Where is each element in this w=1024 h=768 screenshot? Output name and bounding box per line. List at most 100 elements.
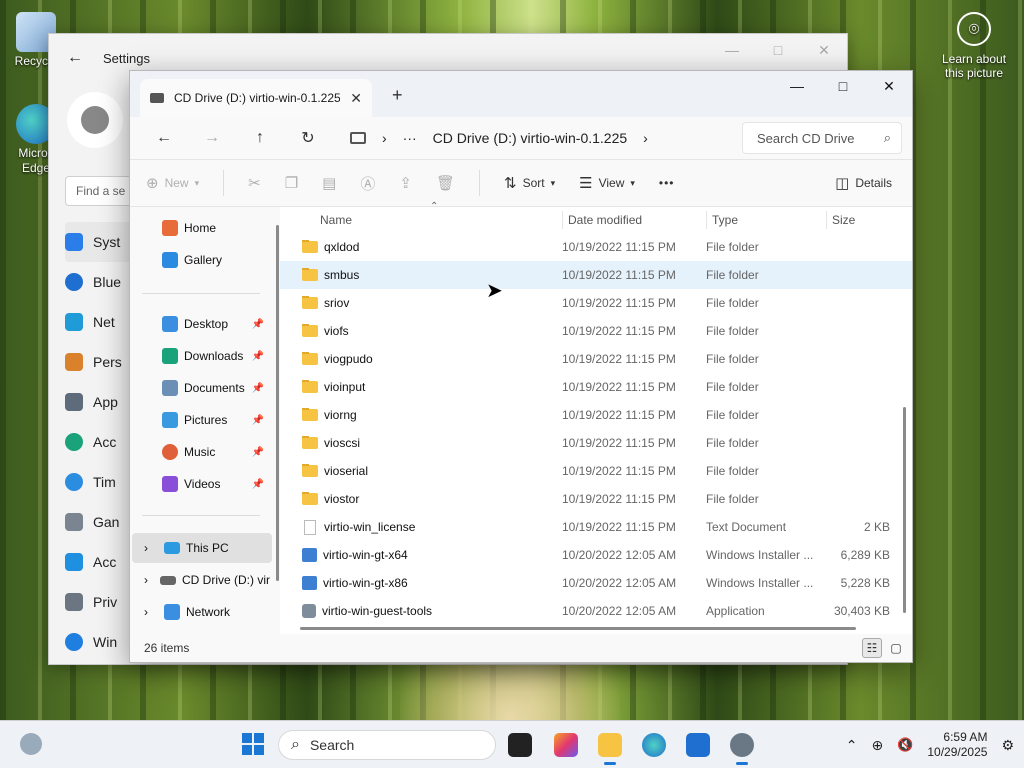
forward-arrow-icon[interactable]: → — [188, 129, 236, 147]
refresh-icon[interactable]: ↻ — [284, 128, 332, 148]
sort-button[interactable]: ⇅ Sort ▾ — [504, 174, 555, 192]
close-button[interactable]: ✕ — [866, 71, 912, 101]
table-row[interactable]: viofs 10/19/2022 11:15 PM File folder — [280, 317, 912, 345]
vertical-scrollbar[interactable] — [903, 407, 906, 613]
details-button[interactable]: ◫ Details — [835, 174, 892, 192]
settings-nav-gaming[interactable]: Gan — [65, 502, 135, 542]
chevron-right-icon[interactable]: › — [144, 541, 158, 555]
sidebar-item-gallery[interactable]: Gallery — [130, 245, 270, 275]
widgets-icon[interactable] — [20, 733, 42, 755]
table-row[interactable]: virtio-win-gt-x86 10/20/2022 12:05 AM Wind… — [280, 569, 912, 597]
settings-nav-windows-update[interactable]: Win — [65, 622, 135, 662]
minimize-button[interactable]: — — [774, 71, 820, 101]
more-options-button[interactable]: ••• — [659, 176, 675, 190]
copilot-icon[interactable] — [554, 733, 578, 757]
table-row[interactable]: viogpudo 10/19/2022 11:15 PM File folder — [280, 345, 912, 373]
column-header-type[interactable]: Type — [712, 213, 738, 227]
sidebar-item-home[interactable]: Home — [130, 213, 270, 243]
minimize-button[interactable]: — — [709, 34, 755, 66]
chevron-right-icon[interactable]: › — [144, 605, 158, 619]
settings-nav-apps[interactable]: App — [65, 382, 135, 422]
settings-nav-time[interactable]: Tim — [65, 462, 135, 502]
chevron-right-icon[interactable]: › — [382, 130, 387, 146]
horizontal-scrollbar[interactable] — [300, 627, 856, 630]
tab-cd-drive[interactable]: CD Drive (D:) virtio-win-0.1.225 ✕ — [140, 79, 372, 117]
table-row[interactable]: vioinput 10/19/2022 11:15 PM File folder — [280, 373, 912, 401]
chevron-right-icon[interactable]: › — [144, 573, 154, 587]
sidebar-item-this-pc[interactable]: › This PC — [132, 533, 272, 563]
table-row[interactable]: vioserial 10/19/2022 11:15 PM File folder — [280, 457, 912, 485]
settings-nav-system[interactable]: Syst — [65, 222, 135, 262]
breadcrumb[interactable]: › ··· CD Drive (D:) virtio-win-0.1.225 › — [342, 122, 742, 154]
column-header-size[interactable]: Size — [832, 213, 855, 227]
settings-nav-accessibility[interactable]: Acc — [65, 542, 135, 582]
back-arrow-icon[interactable]: ← — [67, 49, 83, 67]
tab-close-icon[interactable]: ✕ — [350, 90, 362, 107]
settings-nav-privacy[interactable]: Priv — [65, 582, 135, 622]
start-button[interactable] — [242, 733, 264, 755]
breadcrumb-current[interactable]: CD Drive (D:) virtio-win-0.1.225 — [433, 130, 627, 146]
breadcrumb-overflow[interactable]: ··· — [403, 130, 417, 146]
close-button[interactable]: ✕ — [801, 34, 847, 66]
back-arrow-icon[interactable]: ← — [140, 129, 188, 147]
column-header-date[interactable]: Date modified — [568, 213, 642, 227]
user-avatar[interactable] — [67, 92, 123, 148]
table-row[interactable]: viorng 10/19/2022 11:15 PM File folder — [280, 401, 912, 429]
command-bar: ⊕ New ▾ ✂ ❐ ▤ Ⓐ ⇪ 🗑 ⇅ Sort ▾ ☰ View ▾ ••• ◫ Det… — [130, 159, 912, 207]
speaker-muted-icon[interactable]: 🔇 — [897, 737, 913, 753]
tiles-view-icon[interactable]: ▢ — [886, 638, 906, 658]
table-row[interactable]: smbus 10/19/2022 11:15 PM File folder — [280, 261, 912, 289]
sidebar-scrollbar[interactable] — [276, 225, 279, 581]
settings-nav-network[interactable]: Net — [65, 302, 135, 342]
table-row[interactable]: sriov 10/19/2022 11:15 PM File folder — [280, 289, 912, 317]
copy-button[interactable]: ❐ — [285, 174, 298, 192]
column-header-name[interactable]: Name — [320, 213, 352, 227]
paste-button[interactable]: ▤ — [322, 174, 336, 192]
table-row[interactable]: qxldod 10/19/2022 11:15 PM File folder — [280, 233, 912, 261]
delete-button[interactable]: 🗑 — [436, 174, 455, 192]
maximize-button[interactable]: □ — [820, 71, 866, 101]
table-row[interactable]: virtio-win_license 10/19/2022 11:15 PM Tex… — [280, 513, 912, 541]
column-separator[interactable] — [562, 211, 563, 229]
clock[interactable]: 6:59 AM 10/29/2025 — [927, 730, 987, 760]
view-button[interactable]: ☰ View ▾ — [579, 174, 635, 192]
new-button[interactable]: ⊕ New ▾ — [146, 174, 199, 192]
cut-button[interactable]: ✂ — [248, 174, 261, 192]
settings-nav-accounts[interactable]: Acc — [65, 422, 135, 462]
language-icon[interactable]: ⊕ — [871, 737, 883, 754]
sidebar-item-documents[interactable]: Documents 📌 — [130, 373, 270, 403]
settings-nav-personalization[interactable]: Pers — [65, 342, 135, 382]
chevron-up-icon[interactable]: ⌃ — [846, 737, 858, 754]
rename-button[interactable]: Ⓐ — [360, 173, 375, 194]
sidebar-item-downloads[interactable]: Downloads 📌 — [130, 341, 270, 371]
table-row[interactable]: virtio-win-guest-tools 10/20/2022 12:05 A… — [280, 597, 912, 625]
search-input[interactable]: Search CD Drive ⌕ — [742, 122, 902, 154]
table-row[interactable]: virtio-win-gt-x64 10/20/2022 12:05 AM Wind… — [280, 541, 912, 569]
table-row[interactable]: viostor 10/19/2022 11:15 PM File folder — [280, 485, 912, 513]
sidebar-item-network[interactable]: › Network — [130, 597, 270, 627]
notification-icon[interactable]: ⚙ — [1001, 737, 1014, 754]
table-row[interactable]: vioscsi 10/19/2022 11:15 PM File folder — [280, 429, 912, 457]
sidebar-item-videos[interactable]: Videos 📌 — [130, 469, 270, 499]
file-explorer-window[interactable]: CD Drive (D:) virtio-win-0.1.225 ✕ + — □… — [129, 70, 913, 663]
details-view-icon[interactable]: ☷ — [862, 638, 882, 658]
task-view-icon[interactable] — [508, 733, 532, 757]
learn-about-picture[interactable]: ⌾ Learn about this picture — [936, 12, 1012, 80]
file-explorer-taskbar-icon[interactable] — [598, 733, 622, 765]
sidebar-item-cd-drive[interactable]: › CD Drive (D:) vir — [130, 565, 270, 595]
sidebar-item-pictures[interactable]: Pictures 📌 — [130, 405, 270, 435]
share-button[interactable]: ⇪ — [399, 174, 412, 192]
taskbar-search[interactable]: ⌕ Search — [278, 730, 496, 760]
maximize-button[interactable]: □ — [755, 34, 801, 66]
chevron-right-icon[interactable]: › — [643, 130, 648, 146]
store-taskbar-icon[interactable] — [686, 733, 710, 757]
column-separator[interactable] — [826, 211, 827, 229]
sidebar-item-music[interactable]: Music 📌 — [130, 437, 270, 467]
new-tab-button[interactable]: + — [392, 85, 403, 106]
sidebar-item-desktop[interactable]: Desktop 📌 — [130, 309, 270, 339]
column-separator[interactable] — [706, 211, 707, 229]
settings-nav-bluetooth[interactable]: Blue — [65, 262, 135, 302]
up-arrow-icon[interactable]: ↑ — [236, 129, 284, 147]
edge-taskbar-icon[interactable] — [642, 733, 666, 757]
settings-taskbar-icon[interactable] — [730, 733, 754, 765]
